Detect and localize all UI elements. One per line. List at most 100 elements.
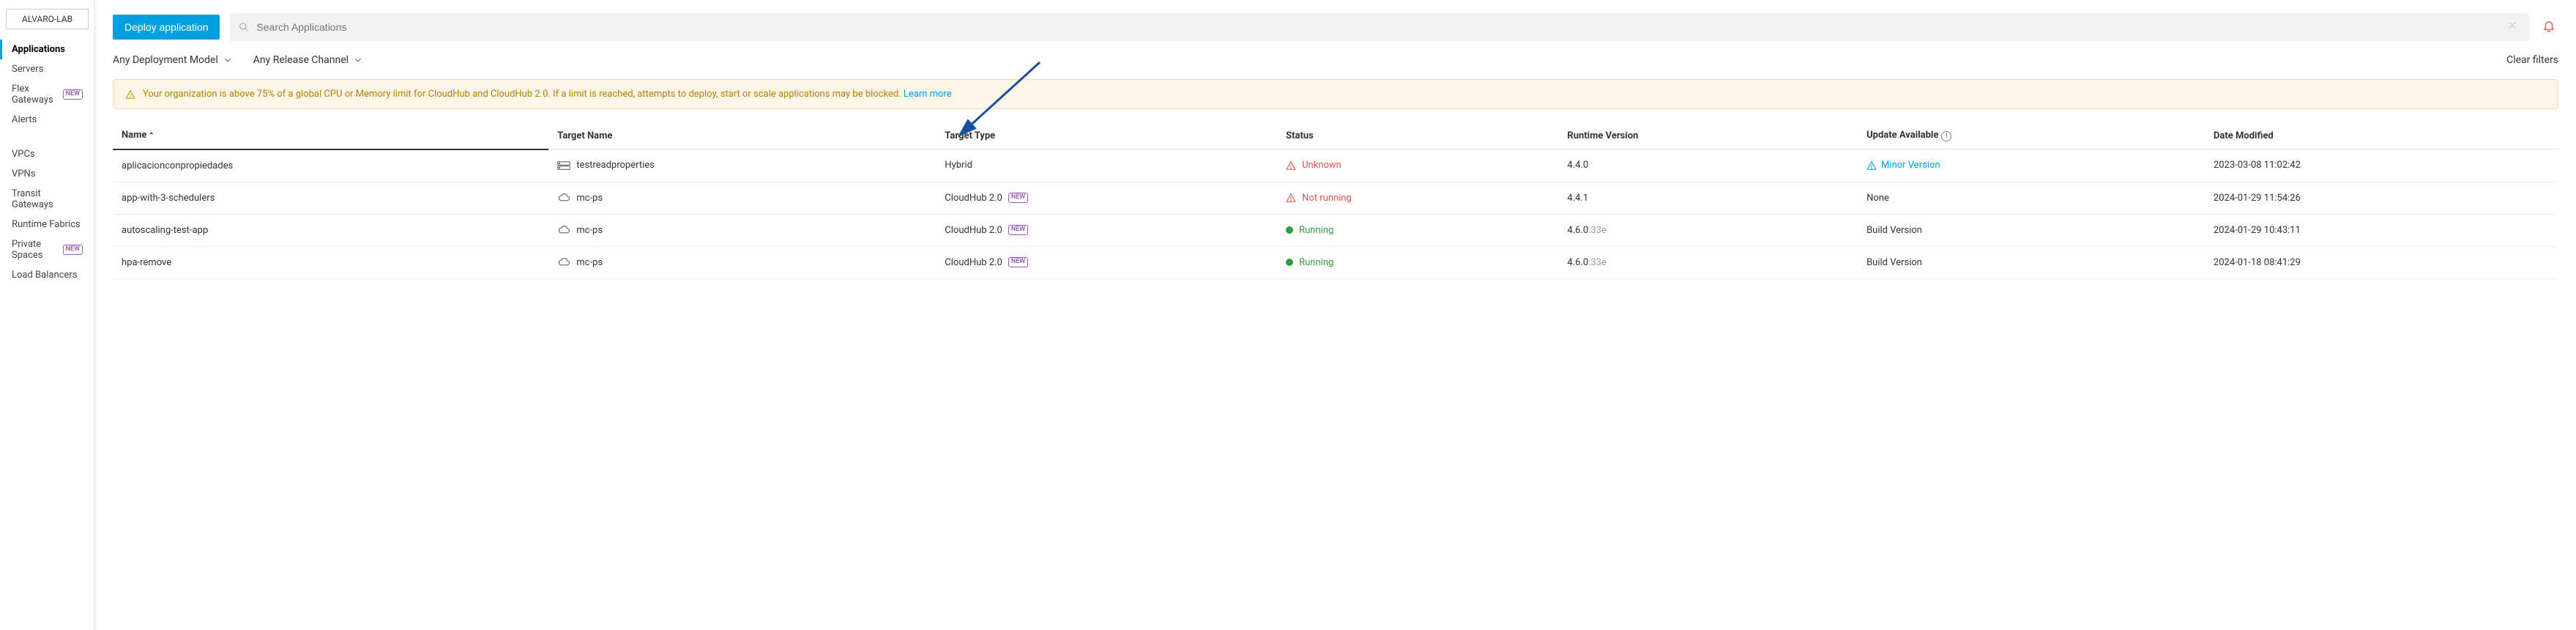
applications-table: Name⌃ Target Name Target Type Status Run… <box>113 122 2558 279</box>
cloud-icon <box>557 225 570 235</box>
search-input[interactable] <box>249 15 2504 39</box>
filters-row: Any Deployment Model Any Release Channel… <box>113 54 2558 66</box>
chevron-down-icon <box>223 55 233 65</box>
col-name[interactable]: Name⌃ <box>113 122 548 149</box>
warning-icon <box>1286 193 1296 203</box>
sidebar-item-alerts[interactable]: Alerts <box>0 110 94 130</box>
deployment-model-filter[interactable]: Any Deployment Model <box>113 54 233 66</box>
sidebar-item-flex-gateways[interactable]: Flex Gateways NEW <box>0 79 94 110</box>
cell-target-name: mc-ps <box>548 246 936 278</box>
col-target-type[interactable]: Target Type <box>936 122 1277 149</box>
cell-target-type: CloudHub 2.0 NEW <box>936 214 1277 246</box>
warning-icon <box>125 89 135 100</box>
status-dot-icon <box>1286 259 1293 266</box>
table-row[interactable]: app-with-3-schedulersmc-psCloudHub 2.0 N… <box>113 182 2558 214</box>
new-badge: NEW <box>63 89 83 100</box>
cell-status: Running <box>1277 214 1558 246</box>
sidebar-item-runtime-fabrics[interactable]: Runtime Fabrics <box>0 215 94 234</box>
sidebar-item-label: VPCs <box>12 149 35 160</box>
col-update-available[interactable]: Update Available! <box>1858 122 2205 149</box>
org-selector[interactable]: ALVARO-LAB <box>6 9 89 29</box>
clear-filters-link[interactable]: Clear filters <box>2506 54 2558 66</box>
col-status[interactable]: Status <box>1277 122 1558 149</box>
deploy-button[interactable]: Deploy application <box>113 15 220 40</box>
cloud-icon <box>557 193 570 203</box>
table-row[interactable]: hpa-removemc-psCloudHub 2.0 NEWRunning4.… <box>113 246 2558 278</box>
new-badge: NEW <box>1008 257 1028 267</box>
cell-name: aplicacionconpropiedades <box>113 149 548 182</box>
sidebar-item-servers[interactable]: Servers <box>0 59 94 79</box>
cell-update-available: Build Version <box>1858 214 2205 246</box>
server-icon <box>557 160 570 171</box>
cell-target-name: mc-ps <box>548 182 936 214</box>
sidebar: ALVARO-LAB Applications Servers Flex Gatew… <box>0 0 95 630</box>
col-runtime-version[interactable]: Runtime Version <box>1558 122 1858 149</box>
sidebar-item-load-balancers[interactable]: Load Balancers <box>0 265 94 285</box>
notifications-icon[interactable] <box>2539 16 2558 38</box>
cell-update-available[interactable]: Minor Version <box>1858 149 2205 182</box>
cell-status: Unknown <box>1277 149 1558 182</box>
search-icon <box>239 22 249 32</box>
release-channel-label: Any Release Channel <box>253 54 349 66</box>
cell-target-type: Hybrid <box>936 149 1277 182</box>
clear-search-icon[interactable] <box>2504 18 2520 37</box>
cell-target-type: CloudHub 2.0 NEW <box>936 246 1277 278</box>
cell-runtime-version: 4.6.0:33e <box>1558 214 1858 246</box>
warning-icon <box>1866 160 1877 171</box>
col-date-modified[interactable]: Date Modified <box>2205 122 2558 149</box>
sidebar-item-applications[interactable]: Applications <box>0 40 94 59</box>
table-row[interactable]: autoscaling-test-appmc-psCloudHub 2.0 NE… <box>113 214 2558 246</box>
cloud-icon <box>557 257 570 267</box>
sidebar-item-label: Transit Gateways <box>12 188 83 210</box>
learn-more-link[interactable]: Learn more <box>904 89 952 100</box>
warning-icon <box>1286 160 1296 171</box>
alert-text: Your organization is above 75% of a glob… <box>143 89 952 100</box>
limit-alert: Your organization is above 75% of a glob… <box>113 79 2558 109</box>
sidebar-item-label: Applications <box>12 44 65 55</box>
status-dot-icon <box>1286 226 1293 234</box>
search-container <box>230 13 2529 41</box>
cell-target-type: CloudHub 2.0 NEW <box>936 182 1277 214</box>
cell-name: hpa-remove <box>113 246 548 278</box>
info-icon: ! <box>1941 131 1951 141</box>
cell-runtime-version: 4.6.0:33e <box>1558 246 1858 278</box>
sidebar-item-vpns[interactable]: VPNs <box>0 164 94 184</box>
sidebar-item-label: Servers <box>12 64 43 75</box>
cell-status: Not running <box>1277 182 1558 214</box>
cell-name: app-with-3-schedulers <box>113 182 548 214</box>
cell-update-available: Build Version <box>1858 246 2205 278</box>
topbar: Deploy application <box>113 13 2558 41</box>
sidebar-item-label: Private Spaces <box>12 239 59 261</box>
cell-status: Running <box>1277 246 1558 278</box>
new-badge: NEW <box>1008 225 1028 235</box>
cell-update-available: None <box>1858 182 2205 214</box>
cell-target-name: testreadproperties <box>548 149 936 182</box>
cell-date-modified: 2024-01-18 08:41:29 <box>2205 246 2558 278</box>
main-content: Deploy application Any Deployment Model … <box>95 0 2576 630</box>
new-badge: NEW <box>63 245 83 255</box>
cell-target-name: mc-ps <box>548 214 936 246</box>
cell-runtime-version: 4.4.1 <box>1558 182 1858 214</box>
cell-name: autoscaling-test-app <box>113 214 548 246</box>
nav-group-1: Applications Servers Flex Gateways NEW Alert… <box>0 40 94 130</box>
sidebar-item-vpcs[interactable]: VPCs <box>0 144 94 164</box>
sidebar-item-label: Flex Gateways <box>12 84 59 105</box>
col-target-name[interactable]: Target Name <box>548 122 936 149</box>
chevron-down-icon <box>353 55 363 65</box>
sidebar-item-private-spaces[interactable]: Private Spaces NEW <box>0 234 94 265</box>
sidebar-item-label: Load Balancers <box>12 270 77 281</box>
sort-asc-icon: ⌃ <box>148 132 154 140</box>
sidebar-item-transit-gateways[interactable]: Transit Gateways <box>0 184 94 215</box>
sidebar-item-label: Runtime Fabrics <box>12 219 81 230</box>
nav-group-2: VPCs VPNs Transit Gateways Runtime Fabrics P… <box>0 144 94 285</box>
sidebar-item-label: Alerts <box>12 114 37 125</box>
deployment-model-label: Any Deployment Model <box>113 54 218 66</box>
cell-runtime-version: 4.4.0 <box>1558 149 1858 182</box>
new-badge: NEW <box>1008 193 1028 203</box>
cell-date-modified: 2024-01-29 10:43:11 <box>2205 214 2558 246</box>
table-row[interactable]: aplicacionconpropiedadestestreadproperti… <box>113 149 2558 182</box>
cell-date-modified: 2024-01-29 11:54:26 <box>2205 182 2558 214</box>
cell-date-modified: 2023-03-08 11:02:42 <box>2205 149 2558 182</box>
sidebar-item-label: VPNs <box>12 168 35 179</box>
release-channel-filter[interactable]: Any Release Channel <box>253 54 363 66</box>
